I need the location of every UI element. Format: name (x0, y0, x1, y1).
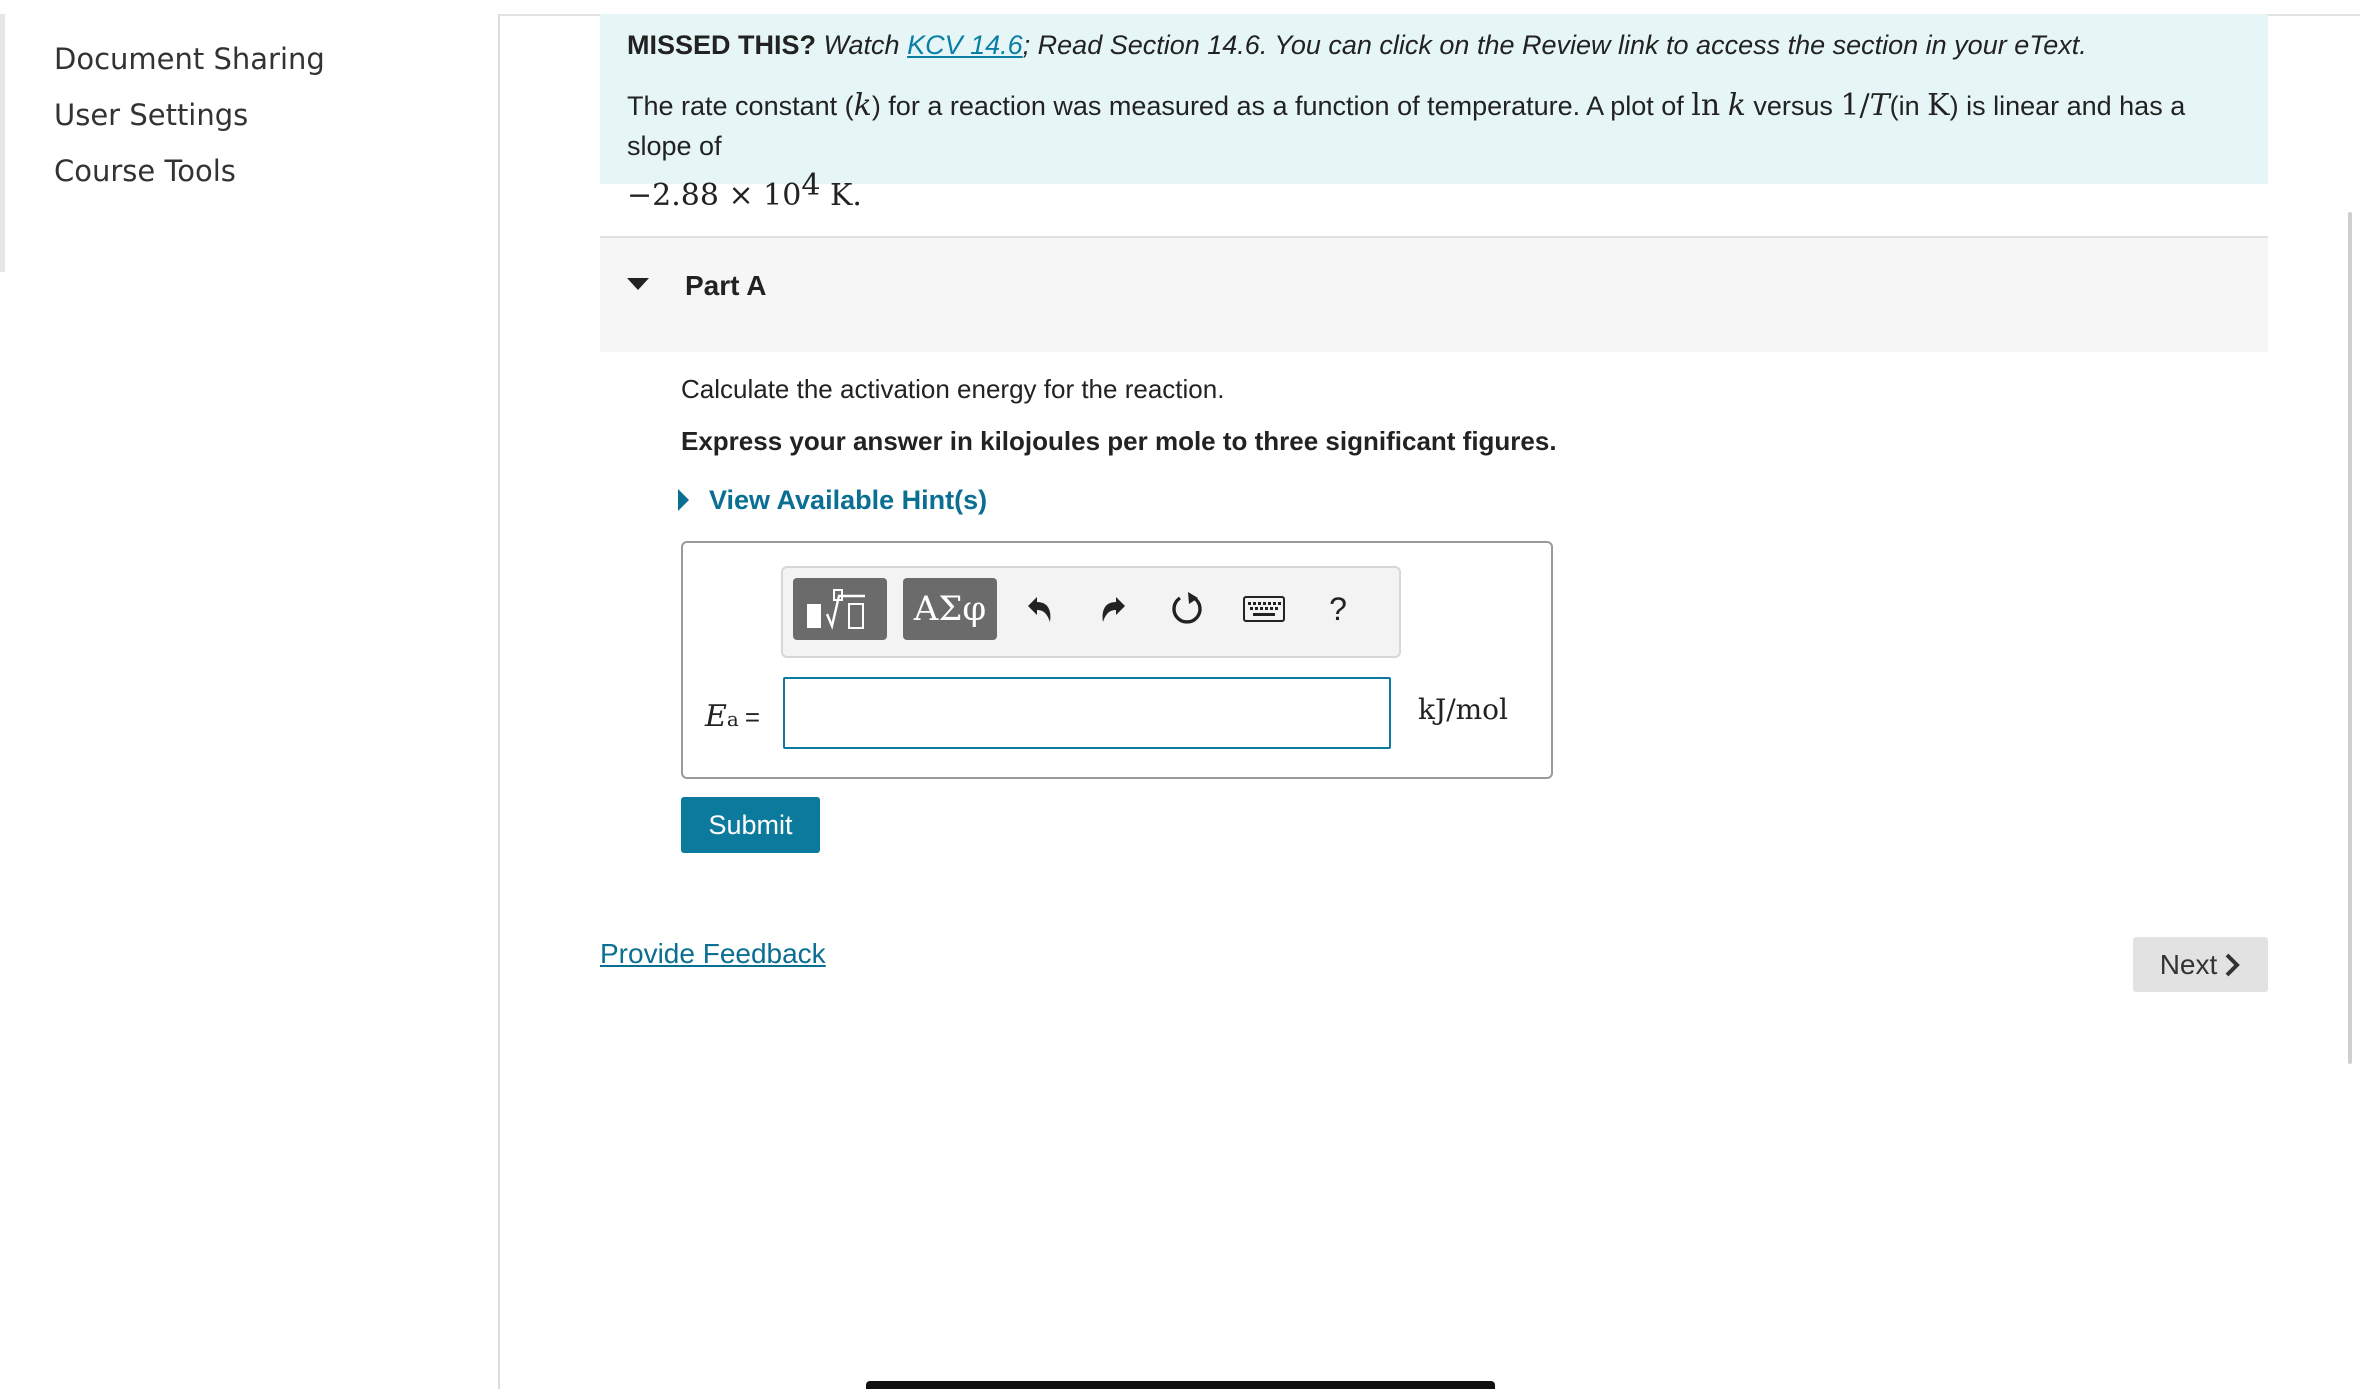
missed-this-label: MISSED THIS? (627, 30, 817, 60)
home-indicator (866, 1381, 1495, 1389)
hint-label: View Available Hint(s) (709, 484, 988, 515)
problem-text-4: (in (1889, 91, 1928, 121)
kelvin-unit: K (1927, 88, 1950, 123)
ln-symbol: ln (1691, 88, 1721, 123)
missed-this-line: MISSED THIS? Watch KCV 14.6; Read Sectio… (627, 30, 2087, 61)
one-over-symbol: 1/ (1840, 88, 1870, 123)
read-section-text: ; Read Section 14.6. You can click on th… (1022, 30, 2087, 60)
undo-icon[interactable] (1016, 586, 1062, 632)
rate-constant-symbol: k (853, 88, 872, 123)
part-a-title: Part A (685, 270, 767, 301)
caret-right-icon (678, 489, 689, 511)
missed-this-banner: MISSED THIS? Watch KCV 14.6; Read Sectio… (600, 14, 2268, 213)
units-label: kJ/mol (1418, 693, 1508, 726)
slope-unit: K. (820, 178, 862, 213)
equals-sign: = (744, 702, 761, 732)
watch-text: Watch (823, 30, 900, 60)
templates-icon[interactable] (793, 578, 887, 640)
slope-value: −2.88 × 10 (627, 178, 802, 213)
sidebar-accent-bar (0, 14, 5, 272)
math-toolbar: ΑΣφ ? (781, 566, 1401, 658)
problem-text-3: versus (1745, 91, 1841, 121)
next-button[interactable]: Next (2133, 937, 2268, 992)
caret-down-icon (627, 278, 649, 290)
answer-box: ΑΣφ ? Ea = kJ/mol (681, 541, 1553, 779)
help-icon[interactable]: ? (1315, 586, 1361, 632)
k-symbol: k (1727, 88, 1746, 123)
reset-icon[interactable] (1164, 586, 1210, 632)
problem-statement: The rate constant (k) for a reaction was… (627, 86, 2247, 216)
provide-feedback-link[interactable]: Provide Feedback (600, 938, 826, 970)
keyboard-icon[interactable] (1241, 586, 1287, 632)
submit-button[interactable]: Submit (681, 797, 820, 853)
activation-energy-input[interactable] (783, 677, 1391, 749)
sidebar-item-document-sharing[interactable]: Document Sharing (54, 42, 325, 76)
greek-symbols-icon[interactable]: ΑΣφ (903, 578, 997, 640)
problem-text-1: The rate constant ( (627, 91, 854, 121)
part-a-header[interactable]: Part A (600, 236, 2268, 352)
sidebar-item-course-tools[interactable]: Course Tools (54, 154, 236, 188)
problem-text-2: ) for a reaction was measured as a funct… (871, 91, 1692, 121)
chevron-right-icon (2225, 953, 2241, 976)
slope-exponent: 4 (801, 168, 821, 203)
view-hints-toggle[interactable]: View Available Hint(s) (678, 482, 987, 518)
next-label: Next (2159, 948, 2218, 980)
variable-subscript: a (726, 707, 739, 731)
question-text: Calculate the activation energy for the … (681, 374, 1225, 404)
sidebar-item-user-settings[interactable]: User Settings (54, 98, 248, 132)
scrollbar[interactable] (2348, 212, 2352, 1064)
sidebar: Document Sharing User Settings Course To… (0, 14, 500, 1389)
redo-icon[interactable] (1091, 586, 1137, 632)
answer-variable-label: Ea = (705, 699, 760, 734)
answer-instruction: Express your answer in kilojoules per mo… (681, 426, 1557, 456)
variable-symbol: E (705, 699, 727, 734)
temperature-symbol: T (1869, 88, 1890, 123)
kcv-link[interactable]: KCV 14.6 (907, 30, 1023, 60)
